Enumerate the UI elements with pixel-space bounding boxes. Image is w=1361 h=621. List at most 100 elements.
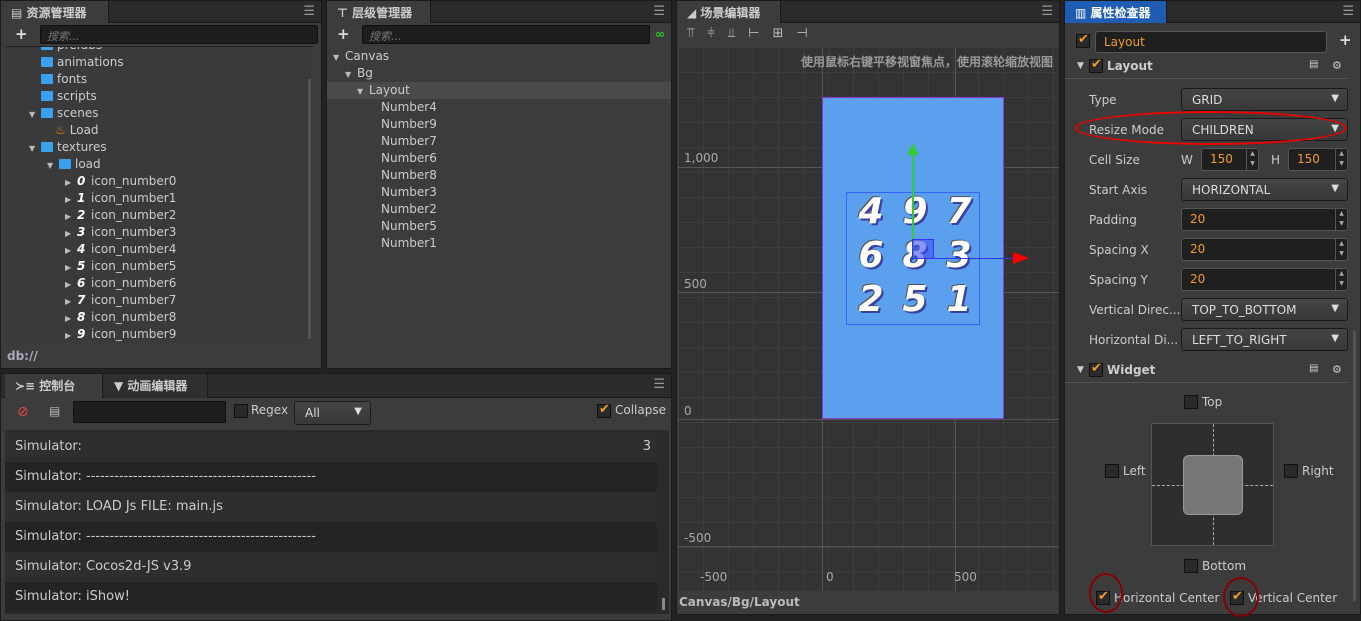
padding-input[interactable]: 20 ▲ ▼ [1181,208,1348,231]
widget-left-checkbox[interactable] [1105,464,1119,478]
log-row[interactable]: Simulator: -----------------------------… [5,522,657,552]
menu-icon[interactable]: ☰ [653,4,665,19]
node-search-input[interactable]: 搜索... [362,25,650,44]
asset-item[interactable]: scripts [41,88,97,105]
log-row[interactable]: Simulator: -----------------------------… [5,462,657,492]
widget-bottom-checkbox[interactable] [1184,559,1198,573]
collapse-checkbox[interactable] [597,402,611,418]
gear-icon[interactable]: ⚙ [1332,59,1342,72]
gear-icon[interactable]: ⚙ [1332,363,1342,376]
arrow-up-icon[interactable] [907,143,919,155]
menu-icon[interactable]: ☰ [653,377,665,392]
number-sprite[interactable]: 5 [893,279,937,320]
asset-item[interactable]: animations [41,54,124,71]
number-sprite[interactable]: 6 [849,235,893,276]
node-canvas[interactable]: ▼ Canvas [333,48,389,65]
start-axis-select[interactable]: HORIZONTAL ▼ [1181,178,1348,201]
texture-item[interactable]: ▶ 8 icon_number8 [65,309,176,326]
align-top-icon[interactable]: ⫪ [687,26,707,41]
stepper-icon[interactable]: ▲ ▼ [1335,269,1347,290]
stepper-icon[interactable]: ▲ ▼ [1335,239,1347,260]
add-component-button[interactable]: + [1339,31,1352,49]
texture-item[interactable]: ▶ 1 icon_number1 [65,190,176,207]
node-item[interactable]: Number1 [381,235,437,252]
type-select[interactable]: GRID ▼ [1181,88,1348,111]
align-left-icon[interactable]: ⊢ [748,26,772,41]
asset-item[interactable]: ♨ Load [55,122,99,139]
number-sprite[interactable]: 4 [849,191,893,232]
node-layout[interactable]: ▼ Layout [327,82,671,99]
tab-assets[interactable]: ▤ 资源管理器 [1,1,109,23]
tab-inspector[interactable]: ▥ 属性检查器 [1065,1,1167,23]
collapse-icon[interactable]: ▼ [1077,365,1084,375]
log-row[interactable]: Simulator: Cocos2d-JS v3.9 [5,552,657,582]
cell-height-input[interactable]: 150 ▲ ▼ [1288,148,1348,171]
tab-console[interactable]: ≻≡ 控制台 [5,374,103,398]
help-icon[interactable]: ▤ [1309,363,1318,374]
collapse-icon[interactable]: ▼ [1077,61,1084,71]
node-active-checkbox[interactable] [1076,32,1090,48]
widget-enabled-checkbox[interactable] [1089,361,1103,377]
number-sprite[interactable]: 7 [937,191,981,232]
spacing-x-input[interactable]: 20 ▲ ▼ [1181,238,1348,261]
texture-item[interactable]: ▶ 6 icon_number6 [65,275,176,292]
node-item[interactable]: Number8 [381,167,437,184]
tab-animation-editor[interactable]: ▼ 动画编辑器 [104,374,208,398]
inspector-scrollbar[interactable] [1353,331,1356,601]
asset-item[interactable]: ▼ scenes [29,105,98,122]
asset-scrollbar[interactable] [308,79,311,339]
menu-icon[interactable]: ☰ [1041,4,1053,19]
stepper-icon[interactable]: ▲ ▼ [1335,209,1347,230]
asset-item[interactable]: fonts [41,71,87,88]
align-right-icon[interactable]: ⊣ [796,26,820,41]
widget-right-checkbox[interactable] [1284,464,1298,478]
texture-item[interactable]: ▶ 0 icon_number0 [65,173,176,190]
console-filter-input[interactable] [73,401,226,423]
texture-item[interactable]: ▶ 3 icon_number3 [65,224,176,241]
add-asset-button[interactable]: + [15,25,28,43]
node-item[interactable]: Number4 [381,99,437,116]
number-sprite[interactable]: 9 [893,191,937,232]
tab-scene[interactable]: ◢ 场景编辑器 [677,1,781,23]
asset-item[interactable]: ▼ textures [29,139,107,156]
texture-item[interactable]: ▶ 9 icon_number9 [65,326,176,342]
align-bottom-icon[interactable]: ⫫ [728,26,748,41]
log-row[interactable]: Simulator: iShow! [5,582,657,612]
widget-top-checkbox[interactable] [1184,395,1198,409]
vertical-direction-select[interactable]: TOP_TO_BOTTOM ▼ [1181,298,1348,321]
stepper-icon[interactable]: ▲ ▼ [1246,149,1258,170]
log-row[interactable]: Simulator: 3 [5,432,657,462]
node-item[interactable]: Number7 [381,133,437,150]
number-sprite[interactable]: 2 [849,279,893,320]
arrow-right-icon[interactable] [1013,252,1029,264]
log-level-select[interactable]: All ▼ [294,401,371,425]
open-log-icon[interactable]: ▤ [49,404,60,418]
log-row[interactable]: Simulator: LOAD Js FILE: main.js [5,492,657,522]
horizontal-direction-select[interactable]: LEFT_TO_RIGHT ▼ [1181,328,1348,351]
node-bg[interactable]: ▼ Bg [345,65,373,82]
link-icon[interactable]: ∞ [655,27,665,41]
texture-item[interactable]: ▶ 5 icon_number5 [65,258,176,275]
number-sprite[interactable]: 3 [937,235,981,276]
number-sprite[interactable]: 1 [937,279,981,320]
align-vcenter-icon[interactable]: ⫩ [707,26,727,41]
log-scrollbar[interactable] [662,598,665,610]
clear-icon[interactable]: ⊘ [17,404,29,420]
menu-icon[interactable]: ☰ [303,4,315,19]
node-item[interactable]: Number9 [381,116,437,133]
node-item[interactable]: Number5 [381,218,437,235]
texture-item[interactable]: ▶ 2 icon_number2 [65,207,176,224]
cell-width-input[interactable]: 150 ▲ ▼ [1201,148,1259,171]
help-icon[interactable]: ▤ [1309,59,1318,70]
stepper-icon[interactable]: ▲ ▼ [1335,149,1347,170]
menu-icon[interactable]: ☰ [1342,4,1354,19]
align-hcenter-icon[interactable]: ⊞ [772,26,796,41]
gizmo-center[interactable] [912,239,934,259]
layout-enabled-checkbox[interactable] [1089,57,1103,73]
node-item[interactable]: Number2 [381,201,437,218]
asset-item[interactable]: ▼ load [47,156,101,173]
tab-hierarchy[interactable]: ⊤ 层级管理器 [327,1,431,23]
node-item[interactable]: Number6 [381,150,437,167]
texture-item[interactable]: ▶ 4 icon_number4 [65,241,176,258]
scene-viewport[interactable]: 497683251 使用鼠标右键平移视窗焦点，使用滚轮缩放视图 1,000 50… [678,47,1059,591]
